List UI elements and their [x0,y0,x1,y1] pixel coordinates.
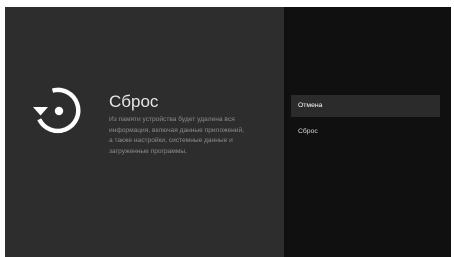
action-menu: Отмена Сброс [284,7,451,257]
description-line: а также настройки, системные данные и [109,137,233,144]
info-panel: Сброс Из памяти устройства будет удалена… [5,7,284,257]
cancel-button[interactable]: Отмена [291,95,440,117]
description-line: Из памяти устройства будет удалена вся [109,116,235,123]
description-line: информация, включая данные приложений, [109,126,244,134]
page-title: Сброс [109,92,159,111]
description-line: загруженные программы. [109,147,187,155]
restore-history-icon [33,87,81,134]
reset-button[interactable]: Сброс [291,121,440,143]
tv-screen: Сброс Из памяти устройства будет удалена… [5,7,451,257]
description-text: Из памяти устройства будет удалена вся и… [109,115,277,157]
